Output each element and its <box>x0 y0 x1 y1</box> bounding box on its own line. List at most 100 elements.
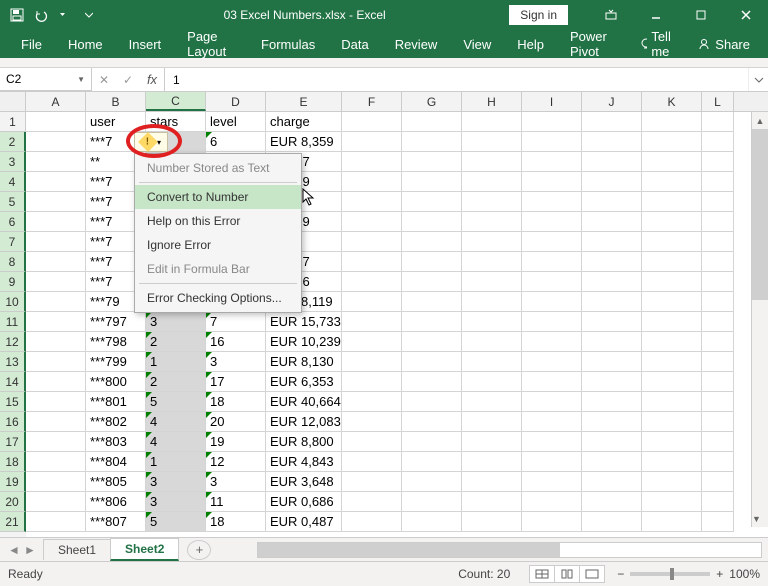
qat-customize-button[interactable] <box>78 4 100 26</box>
cell-D14[interactable]: 17 <box>206 372 266 392</box>
cell-D21[interactable]: 18 <box>206 512 266 532</box>
column-header-H[interactable]: H <box>462 92 522 111</box>
tab-insert[interactable]: Insert <box>116 31 175 58</box>
cell-F20[interactable] <box>342 492 402 512</box>
row-header-12[interactable]: 12 <box>0 332 26 352</box>
cell-C12[interactable]: 2 <box>146 332 206 352</box>
cell-F1[interactable] <box>342 112 402 132</box>
cell-G17[interactable] <box>402 432 462 452</box>
cell-K21[interactable] <box>642 512 702 532</box>
view-normal-button[interactable] <box>529 565 555 583</box>
cell-A18[interactable] <box>26 452 86 472</box>
menu-convert-to-number[interactable]: Convert to Number <box>135 185 301 209</box>
cell-B12[interactable]: ***798 <box>86 332 146 352</box>
cell-A5[interactable] <box>26 192 86 212</box>
share-button[interactable]: Share <box>687 37 760 52</box>
row-header-18[interactable]: 18 <box>0 452 26 472</box>
cell-L2[interactable] <box>702 132 734 152</box>
tab-power-pivot[interactable]: Power Pivot <box>557 23 628 65</box>
row-header-13[interactable]: 13 <box>0 352 26 372</box>
cell-I12[interactable] <box>522 332 582 352</box>
cell-I9[interactable] <box>522 272 582 292</box>
undo-button[interactable] <box>30 4 52 26</box>
cell-I6[interactable] <box>522 212 582 232</box>
cell-I16[interactable] <box>522 412 582 432</box>
cell-L13[interactable] <box>702 352 734 372</box>
scroll-down-button[interactable]: ▼ <box>752 510 761 527</box>
cell-J12[interactable] <box>582 332 642 352</box>
cell-B16[interactable]: ***802 <box>86 412 146 432</box>
cell-G9[interactable] <box>402 272 462 292</box>
cell-L3[interactable] <box>702 152 734 172</box>
row-header-3[interactable]: 3 <box>0 152 26 172</box>
cell-J5[interactable] <box>582 192 642 212</box>
row-header-11[interactable]: 11 <box>0 312 26 332</box>
cell-K5[interactable] <box>642 192 702 212</box>
cell-G14[interactable] <box>402 372 462 392</box>
cell-J6[interactable] <box>582 212 642 232</box>
cell-K10[interactable] <box>642 292 702 312</box>
cell-G20[interactable] <box>402 492 462 512</box>
cell-B20[interactable]: ***806 <box>86 492 146 512</box>
cell-J4[interactable] <box>582 172 642 192</box>
select-all-button[interactable] <box>0 92 26 111</box>
column-header-D[interactable]: D <box>206 92 266 111</box>
column-header-G[interactable]: G <box>402 92 462 111</box>
cell-C16[interactable]: 4 <box>146 412 206 432</box>
cell-L10[interactable] <box>702 292 734 312</box>
cell-C13[interactable]: 1 <box>146 352 206 372</box>
cell-H19[interactable] <box>462 472 522 492</box>
cell-A12[interactable] <box>26 332 86 352</box>
cell-K20[interactable] <box>642 492 702 512</box>
row-header-10[interactable]: 10 <box>0 292 26 312</box>
cell-D18[interactable]: 12 <box>206 452 266 472</box>
cell-H4[interactable] <box>462 172 522 192</box>
row-header-8[interactable]: 8 <box>0 252 26 272</box>
cell-D13[interactable]: 3 <box>206 352 266 372</box>
cell-H5[interactable] <box>462 192 522 212</box>
save-button[interactable] <box>6 4 28 26</box>
cell-K6[interactable] <box>642 212 702 232</box>
menu-edit-in-formula-bar[interactable]: Edit in Formula Bar <box>135 257 301 281</box>
insert-function-button[interactable]: fx <box>140 72 164 87</box>
cell-A2[interactable] <box>26 132 86 152</box>
cell-I10[interactable] <box>522 292 582 312</box>
row-header-15[interactable]: 15 <box>0 392 26 412</box>
row-header-9[interactable]: 9 <box>0 272 26 292</box>
row-header-6[interactable]: 6 <box>0 212 26 232</box>
cell-F18[interactable] <box>342 452 402 472</box>
column-header-F[interactable]: F <box>342 92 402 111</box>
cell-H11[interactable] <box>462 312 522 332</box>
cell-A14[interactable] <box>26 372 86 392</box>
cell-I15[interactable] <box>522 392 582 412</box>
tab-page-layout[interactable]: Page Layout <box>174 23 248 65</box>
cell-C19[interactable]: 3 <box>146 472 206 492</box>
cell-F8[interactable] <box>342 252 402 272</box>
row-header-14[interactable]: 14 <box>0 372 26 392</box>
cell-B18[interactable]: ***804 <box>86 452 146 472</box>
cell-H16[interactable] <box>462 412 522 432</box>
cell-I7[interactable] <box>522 232 582 252</box>
vertical-scrollbar[interactable]: ▲ ▼ <box>751 112 768 527</box>
cell-F17[interactable] <box>342 432 402 452</box>
menu-error-checking-options[interactable]: Error Checking Options... <box>135 286 301 310</box>
cell-J15[interactable] <box>582 392 642 412</box>
cell-F10[interactable] <box>342 292 402 312</box>
cell-H10[interactable] <box>462 292 522 312</box>
cell-A15[interactable] <box>26 392 86 412</box>
cell-F13[interactable] <box>342 352 402 372</box>
cell-F5[interactable] <box>342 192 402 212</box>
cell-C1[interactable]: stars <box>146 112 206 132</box>
cell-I17[interactable] <box>522 432 582 452</box>
row-header-20[interactable]: 20 <box>0 492 26 512</box>
cell-B11[interactable]: ***797 <box>86 312 146 332</box>
cell-F7[interactable] <box>342 232 402 252</box>
scroll-up-button[interactable]: ▲ <box>752 112 768 129</box>
cell-E19[interactable]: EUR 3,648 <box>266 472 342 492</box>
cell-G7[interactable] <box>402 232 462 252</box>
cell-A21[interactable] <box>26 512 86 532</box>
cell-A13[interactable] <box>26 352 86 372</box>
cell-F9[interactable] <box>342 272 402 292</box>
cell-L14[interactable] <box>702 372 734 392</box>
cell-K1[interactable] <box>642 112 702 132</box>
